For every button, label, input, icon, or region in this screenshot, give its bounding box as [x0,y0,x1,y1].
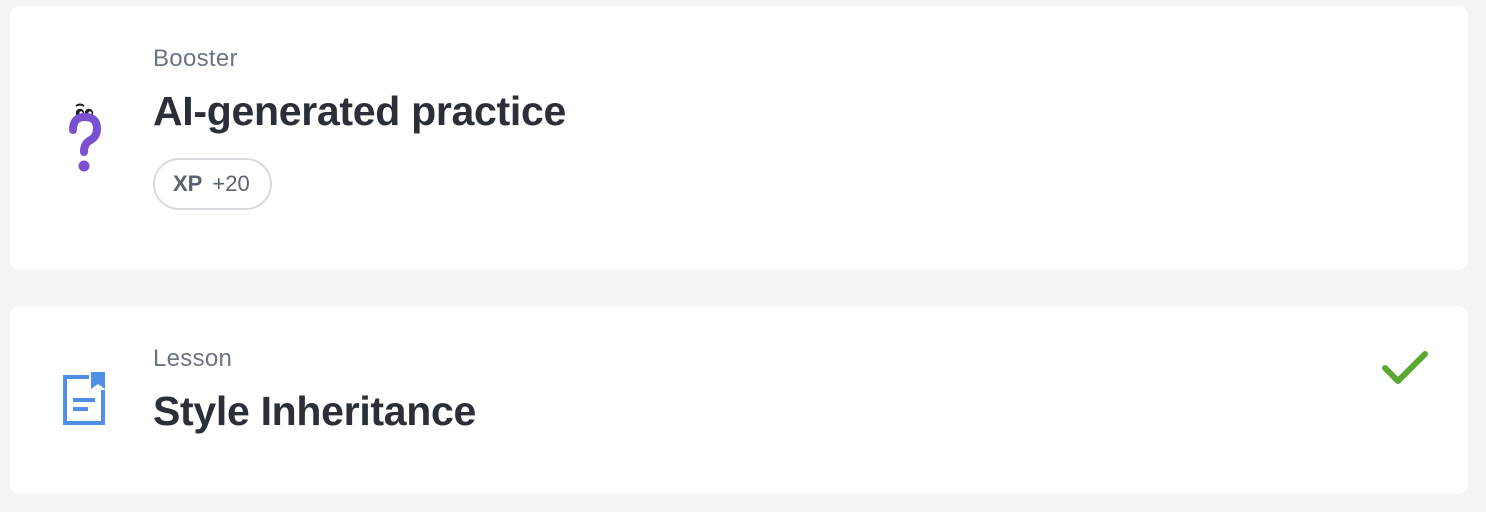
booster-card[interactable]: Booster AI-generated practice XP +20 [10,6,1468,270]
item-title[interactable]: Style Inheritance [153,386,476,436]
document-bookmark-icon [54,360,114,440]
xp-value: +20 [212,171,250,196]
checkmark-icon [1380,348,1430,388]
item-title[interactable]: AI-generated practice [153,86,566,136]
question-mark-icon [54,100,114,180]
item-type-label: Lesson [153,345,233,372]
lesson-card[interactable]: Lesson Style Inheritance [10,306,1468,494]
booster-card-body: Booster AI-generated practice XP +20 [153,44,566,210]
xp-label: XP [173,171,203,196]
item-type-label: Booster [153,45,238,72]
xp-badge: XP +20 [153,158,272,210]
lesson-card-body: Lesson Style Inheritance [153,344,476,436]
